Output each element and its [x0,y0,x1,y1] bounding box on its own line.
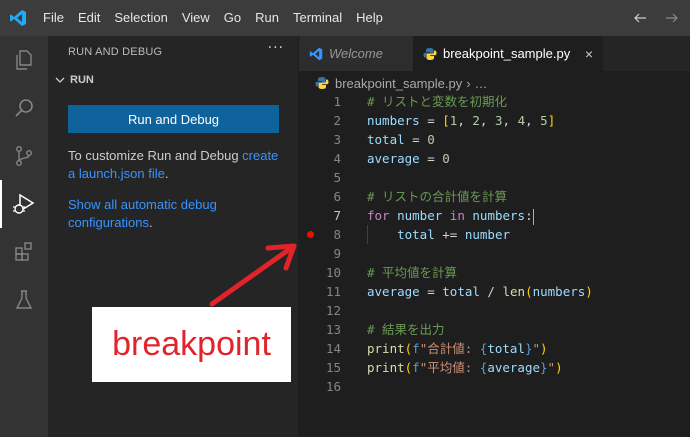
code-text: print(f"合計値: {total}") [367,341,548,356]
extensions-icon[interactable] [0,228,48,276]
line-number[interactable]: 11 [299,282,341,301]
more-actions-button[interactable]: ··· [268,40,284,56]
menu-edit[interactable]: Edit [71,0,107,36]
code-text: # リストと変数を初期化 [367,94,508,109]
code-line[interactable]: 15 print(f"平均値: {average}") [299,358,690,377]
line-number[interactable]: 4 [299,149,341,168]
run-debug-icon[interactable] [0,180,48,228]
show-automatic-configurations-link[interactable]: Show all automatic debug configurations [68,197,217,230]
line-number[interactable]: 8 [299,225,341,244]
code-text: total = 0 [367,132,435,147]
line-number[interactable]: 3 [299,130,341,149]
show-end: . [148,215,153,230]
activity-bar [0,36,48,437]
line-number[interactable]: 12 [299,301,341,320]
customize-label: To customize Run and Debug [68,148,243,163]
tab-bar: Welcome breakpoint_sample.py × [299,36,690,71]
code-line[interactable]: 9 [299,244,690,263]
breadcrumb-file[interactable]: breakpoint_sample.py [335,76,462,91]
breadcrumb-symbol[interactable]: … [475,76,488,91]
line-number[interactable]: 15 [299,358,341,377]
run-and-debug-button[interactable]: Run and Debug [68,105,279,133]
editor-area: Welcome breakpoint_sample.py × breakpoin… [299,36,690,437]
menu-view[interactable]: View [175,0,217,36]
annotation-box: breakpoint [92,307,291,382]
code-text: for number in numbers: [367,208,534,225]
breakpoint-dot[interactable] [307,231,314,238]
search-icon[interactable] [0,84,48,132]
arrow-right-icon[interactable] [664,10,680,26]
code-line[interactable]: 12 [299,301,690,320]
python-file-icon [315,76,329,90]
breadcrumb: breakpoint_sample.py › … [315,72,488,94]
text-cursor [532,208,534,225]
line-number[interactable]: 7 [299,206,341,225]
code-text: # 平均値を計算 [367,265,458,280]
line-number[interactable]: 10 [299,263,341,282]
sidebar-title: RUN AND DEBUG [68,46,163,58]
line-number[interactable]: 5 [299,168,341,187]
close-icon[interactable]: × [585,46,593,62]
menu-file[interactable]: File [36,0,71,36]
line-number[interactable]: 6 [299,187,341,206]
line-number[interactable]: 1 [299,92,341,111]
code-text: numbers = [1, 2, 3, 4, 5] [367,113,556,128]
code-line[interactable]: 6 # リストの合計値を計算 [299,187,690,206]
code-line[interactable]: 1 # リストと変数を初期化 [299,92,690,111]
code-line[interactable]: 5 [299,168,690,187]
code-text: print(f"平均値: {average}") [367,360,563,375]
code-line[interactable]: 16 [299,377,690,396]
line-number[interactable]: 13 [299,320,341,339]
code-line[interactable]: 13 # 結果を出力 [299,320,690,339]
navigation-arrows [632,0,680,36]
code-line[interactable]: 8 total += number [299,225,690,244]
breadcrumb-separator: › [466,75,471,91]
code-line[interactable]: 4 average = 0 [299,149,690,168]
chevron-down-icon [52,72,68,88]
customize-end: . [164,166,169,181]
run-section-header[interactable]: RUN [52,72,94,88]
code-text: average = 0 [367,151,450,166]
tab-breakpoint-label: breakpoint_sample.py [443,46,571,61]
code-text: average = total / len(numbers) [367,284,593,299]
vscode-logo-icon [0,0,36,36]
python-file-icon [423,47,437,61]
menu-go[interactable]: Go [217,0,248,36]
source-control-icon[interactable] [0,132,48,180]
testing-icon[interactable] [0,276,48,324]
line-number[interactable]: 14 [299,339,341,358]
code-line[interactable]: 3 total = 0 [299,130,690,149]
customize-text: To customize Run and Debug create a laun… [68,147,283,183]
line-number[interactable]: 9 [299,244,341,263]
line-number[interactable]: 16 [299,377,341,396]
line-number[interactable]: 2 [299,111,341,130]
code-line[interactable]: 10 # 平均値を計算 [299,263,690,282]
menu-selection[interactable]: Selection [107,0,174,36]
tab-welcome-label: Welcome [329,46,383,61]
vscode-logo-icon [309,47,323,61]
menu-help[interactable]: Help [349,0,390,36]
tab-welcome[interactable]: Welcome [299,36,413,71]
tab-breakpoint-sample[interactable]: breakpoint_sample.py × [413,36,603,71]
code-line[interactable]: 14 print(f"合計値: {total}") [299,339,690,358]
code-line[interactable]: 7 for number in numbers: [299,206,690,225]
explorer-icon[interactable] [0,36,48,84]
run-section-label: RUN [70,74,94,86]
code-text: # リストの合計値を計算 [367,189,508,204]
menu-bar: File Edit Selection View Go Run Terminal… [36,0,390,36]
annotation-label: breakpoint [112,325,271,363]
code-text: total += number [397,227,511,242]
show-configurations-text: Show all automatic debug configurations. [68,196,283,232]
code-text: # 結果を出力 [367,322,445,337]
title-bar: File Edit Selection View Go Run Terminal… [0,0,690,36]
arrow-left-icon[interactable] [632,10,648,26]
code-line[interactable]: 2 numbers = [1, 2, 3, 4, 5] [299,111,690,130]
menu-terminal[interactable]: Terminal [286,0,349,36]
code-line[interactable]: 11 average = total / len(numbers) [299,282,690,301]
menu-run[interactable]: Run [248,0,286,36]
code-editor[interactable]: 1 # リストと変数を初期化 2 numbers = [1, 2, 3, 4, 5] 3… [299,92,690,396]
